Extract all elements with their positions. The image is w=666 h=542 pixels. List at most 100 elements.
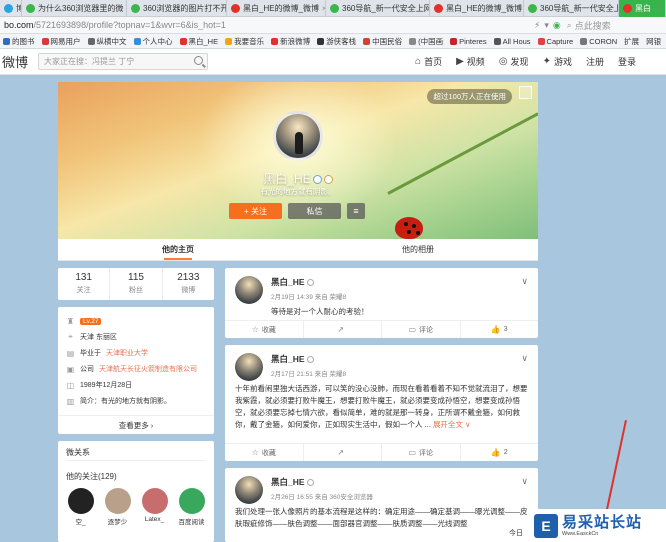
bookmark-item[interactable]: 纵横中文 bbox=[85, 36, 131, 47]
share-button[interactable]: ↗ bbox=[304, 444, 382, 461]
tab-home[interactable]: 他的主页 bbox=[58, 239, 298, 260]
lightning-icon[interactable]: ⚡ bbox=[534, 20, 540, 31]
expand-link[interactable]: 展开全文 ∨ bbox=[433, 420, 471, 429]
post-avatar[interactable] bbox=[235, 276, 263, 304]
post-avatar[interactable] bbox=[235, 476, 263, 504]
favorite-button[interactable]: ☆ 收藏 bbox=[225, 444, 304, 461]
profile-avatar[interactable] bbox=[273, 111, 323, 161]
search-engine-icon[interactable]: ◉ bbox=[553, 20, 561, 31]
dropdown-icon[interactable]: ▾ bbox=[544, 20, 549, 31]
browser-tab[interactable]: 360导航_新一代安全上网× bbox=[326, 0, 430, 17]
bookmark-item[interactable]: CORON bbox=[577, 37, 621, 46]
favorite-button[interactable]: ☆ 收藏 bbox=[225, 321, 304, 338]
nav-video[interactable]: ▶ 视频 bbox=[456, 55, 485, 68]
post-author[interactable]: 黑白_HE bbox=[271, 353, 521, 365]
thumbs-up-icon: 👍 bbox=[490, 325, 501, 334]
avatar[interactable] bbox=[178, 488, 205, 514]
browser-tab[interactable]: 黑白 × bbox=[619, 0, 666, 17]
nav-discover[interactable]: ◎ 发现 bbox=[499, 55, 529, 68]
bookmark-label: 我要音乐 bbox=[234, 36, 265, 46]
browser-tab[interactable]: 博× bbox=[0, 0, 22, 17]
bookmark-label: 的图书 bbox=[12, 36, 35, 46]
avatar[interactable] bbox=[104, 488, 131, 514]
weibo-logo[interactable]: 微博 bbox=[0, 52, 38, 71]
following-person[interactable]: 逐梦少 bbox=[103, 488, 132, 526]
browser-tab[interactable]: 黑白_HE的微博_微博× bbox=[227, 0, 326, 17]
person-name[interactable]: 百度阅读 bbox=[177, 516, 206, 526]
post-avatar[interactable] bbox=[235, 353, 263, 381]
level-badge[interactable]: Lv.27 bbox=[80, 317, 102, 325]
stat-following[interactable]: 131 关注 bbox=[58, 268, 111, 300]
nav-label: 视频 bbox=[466, 57, 485, 67]
bookmark-item[interactable]: Capture bbox=[535, 37, 578, 46]
company-link[interactable]: 天津航天长征火箭制造有限公司 bbox=[99, 364, 197, 374]
cover-template-icon[interactable] bbox=[519, 86, 532, 99]
post-time[interactable]: 2月17日 21:51 来自 荣耀8 bbox=[271, 368, 521, 378]
following-person[interactable]: 空_ bbox=[66, 488, 95, 526]
tab-album[interactable]: 他的相册 bbox=[298, 239, 538, 260]
relations-title: 微关系 bbox=[66, 447, 206, 461]
school-link[interactable]: 天津职业大学 bbox=[106, 348, 148, 358]
avatar[interactable] bbox=[141, 488, 168, 514]
chevron-down-icon[interactable]: ∨ bbox=[521, 476, 528, 487]
bookmark-item[interactable]: 的图书 bbox=[0, 36, 39, 47]
close-icon[interactable]: × bbox=[656, 4, 661, 13]
browser-tab[interactable]: 360导航_新一代安全上网× bbox=[524, 0, 619, 17]
following-person[interactable]: 百度阅读 bbox=[177, 488, 206, 526]
url-field[interactable]: bo.com/5721693898/profile?topnav=1&wvr=6… bbox=[0, 20, 530, 30]
toolbar-button[interactable]: 扩展 bbox=[621, 36, 643, 47]
school-icon: ▤ bbox=[66, 348, 75, 358]
bookmark-icon bbox=[3, 37, 10, 45]
post-author[interactable]: 黑白_HE bbox=[271, 476, 521, 488]
bookmark-label: 个人中心 bbox=[142, 36, 173, 46]
nav-link-5[interactable]: 登录 bbox=[618, 55, 636, 68]
chevron-down-icon[interactable]: ∨ bbox=[521, 276, 528, 287]
bookmark-item[interactable]: 黑白_HE bbox=[177, 36, 223, 47]
bookmark-item[interactable]: 个人中心 bbox=[131, 36, 177, 47]
chevron-down-icon[interactable]: ∨ bbox=[521, 353, 528, 364]
bookmark-item[interactable]: 中国民俗 bbox=[360, 36, 406, 47]
comment-button[interactable]: ▭ 评论 bbox=[382, 444, 461, 461]
comment-button[interactable]: ▭ 评论 bbox=[382, 321, 461, 338]
like-button[interactable]: 👍 3 bbox=[461, 321, 539, 338]
post-author[interactable]: 黑白_HE bbox=[271, 276, 521, 288]
bookmark-item[interactable]: 新浪微博 bbox=[268, 36, 314, 47]
browser-tab[interactable]: 为什么360浏览器里的微× bbox=[22, 0, 127, 17]
browser-tab[interactable]: 360浏览器的图片打不开× bbox=[127, 0, 227, 17]
intro-row: ▥ 简介：有光的地方就有阴影。 bbox=[66, 396, 171, 406]
post-time[interactable]: 2月26日 16:55 来自 360安全浏览器 bbox=[271, 491, 521, 501]
nav-link-4[interactable]: 注册 bbox=[586, 55, 604, 68]
address-bar[interactable]: bo.com/5721693898/profile?topnav=1&wvr=6… bbox=[0, 17, 666, 34]
person-name[interactable]: 逐梦少 bbox=[103, 516, 132, 526]
following-title[interactable]: 他的关注(129) bbox=[66, 471, 206, 482]
browser-tab[interactable]: 黑白_HE的微博_微博× bbox=[430, 0, 524, 17]
nav-label: 发现 bbox=[510, 57, 529, 67]
bookmark-item[interactable]: All Hous bbox=[491, 37, 535, 46]
person-name[interactable]: 空_ bbox=[66, 516, 95, 526]
like-button[interactable]: 👍 2 bbox=[461, 444, 539, 461]
nav-game[interactable]: ✦ 游戏 bbox=[543, 55, 572, 68]
avatar[interactable] bbox=[67, 488, 94, 514]
bookmark-item[interactable]: 网易用户 bbox=[39, 36, 85, 47]
following-person[interactable]: Latex_ bbox=[140, 488, 169, 526]
stat-followers[interactable]: 115 粉丝 bbox=[110, 268, 163, 300]
bookmark-icon bbox=[41, 37, 49, 45]
search-icon[interactable] bbox=[194, 56, 203, 65]
weibo-search-input[interactable]: 大家正在搜：冯提兰 丁宁 bbox=[38, 53, 208, 70]
bookmark-item[interactable]: Pinteres bbox=[447, 37, 491, 46]
bookmark-item[interactable]: 游侠客栈 bbox=[314, 36, 360, 47]
message-button[interactable]: 私信 bbox=[288, 203, 341, 219]
share-button[interactable]: ↗ bbox=[304, 321, 382, 338]
follow-button[interactable]: + 关注 bbox=[229, 203, 282, 219]
toolbar-button[interactable]: 网银 bbox=[643, 36, 665, 47]
vip-icon[interactable] bbox=[323, 175, 333, 185]
stat-posts[interactable]: 2133 微博 bbox=[163, 268, 214, 300]
browser-search-box[interactable]: ⌕ 点此搜索 bbox=[567, 19, 611, 32]
post-time[interactable]: 2月19日 14:39 来自 荣耀8 bbox=[271, 291, 521, 301]
person-name[interactable]: Latex_ bbox=[140, 516, 169, 523]
bookmark-item[interactable]: 我要音乐 bbox=[222, 36, 268, 47]
nav-home[interactable]: ⌂ 首页 bbox=[415, 55, 442, 68]
bookmark-item[interactable]: (中国画 bbox=[406, 36, 447, 47]
more-menu-button[interactable]: ≡ bbox=[347, 203, 365, 219]
more-info-link[interactable]: 查看更多 › bbox=[58, 415, 214, 434]
